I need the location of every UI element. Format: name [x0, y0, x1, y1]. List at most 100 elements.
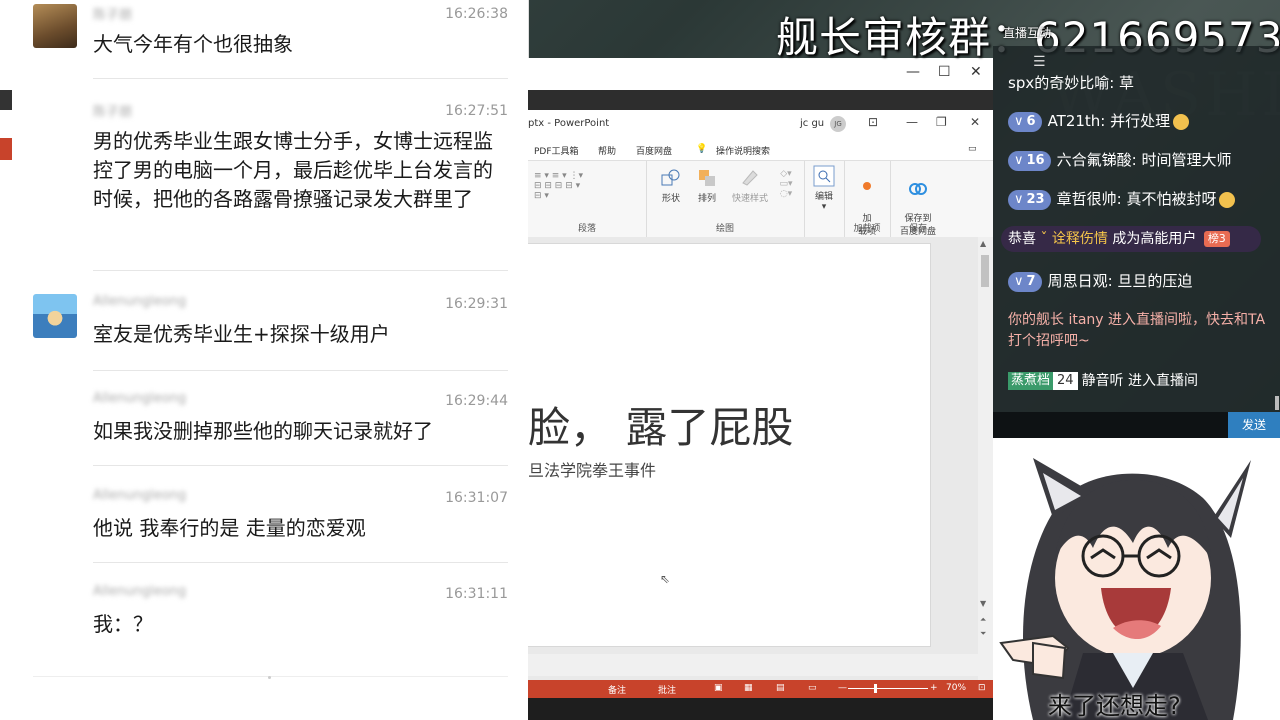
group-label: 段落 [577, 224, 596, 234]
message-time: 16:31:07 [445, 490, 508, 506]
arrange-button[interactable]: 排列 [690, 167, 724, 204]
next-slide-icon[interactable]: ⏷ [980, 629, 986, 639]
divider [93, 78, 508, 79]
live-user[interactable]: 静音听 [1082, 373, 1124, 389]
guard-badge: ∨ 6 [1008, 111, 1042, 132]
avatar[interactable] [33, 4, 77, 48]
user-avatar[interactable]: JG [830, 116, 846, 132]
chat-message: 陈子朋 16:27:51 男的优秀毕业生跟女博士分手，女博士远程监控了男的电脑一… [0, 97, 528, 272]
danmaku-input[interactable]: 发送 [993, 412, 1280, 438]
fan-medal-level: 24 [1053, 372, 1078, 390]
tab-baidu-netdisk[interactable]: 百度网盘 [636, 144, 672, 157]
group-save: 保存到 百度网盘 保存 [890, 161, 946, 237]
live-user[interactable]: 六合氟锑酸 [1057, 151, 1132, 169]
slide-subtitle[interactable]: 旦法学院拳王事件 [528, 457, 656, 481]
shape-button[interactable]: 形状 [654, 167, 688, 204]
notice-user-name: 诠释伤情 [1051, 231, 1108, 247]
tell-me-search[interactable]: 操作说明搜索 [716, 144, 770, 157]
live-user[interactable]: 周思日观 [1048, 272, 1108, 290]
avatar[interactable] [33, 294, 77, 338]
message-text: 大气今年有个也很抽象 [93, 32, 293, 56]
comment-icon[interactable]: ▭ [968, 144, 977, 154]
slide-canvas[interactable]: 脸， 露了屁股 旦法学院拳王事件 ⇖ [528, 243, 931, 647]
vertical-scrollbar[interactable]: ▲ ▼ ⏶ ⏷ [978, 237, 993, 680]
sender-name: Allenungleong [93, 488, 187, 503]
zoom-level[interactable]: 70% [946, 683, 966, 693]
slideshow-icon[interactable]: ▭ [808, 683, 817, 693]
scroll-down-icon[interactable]: ▼ [980, 599, 986, 608]
message-text: 男的优秀毕业生跟女博士分手，女博士远程监控了男的电脑一个月，最后趁优毕上台发言的… [93, 129, 493, 211]
menu-icon[interactable]: ☰ [1033, 54, 1046, 70]
shape-fill-controls[interactable]: ◇▾ ▭▾ ◌▾ [776, 169, 796, 199]
notes-button[interactable]: 备注 [608, 683, 626, 696]
minimize-button[interactable]: — [906, 115, 918, 129]
live-message: ∨ 6 AT21th: 并行处理 [1008, 110, 1190, 132]
scroll-thumb[interactable] [981, 255, 989, 287]
edit-button[interactable]: 编辑 ▾ [808, 165, 840, 212]
send-button[interactable]: 发送 [1228, 412, 1280, 438]
maximize-button[interactable]: ☐ [938, 64, 951, 80]
edit-label: 编辑 [814, 192, 833, 202]
status-bar: 备注 批注 ▣ ▦ ▤ ▭ — + 70% ⊡ [528, 680, 993, 698]
message-time: 16:29:44 [445, 393, 508, 409]
scroll-up-icon[interactable]: ▲ [980, 239, 986, 248]
user-name[interactable]: jc gu [800, 118, 824, 129]
mouse-cursor-icon: ⇖ [660, 572, 671, 586]
live-message: ∨ 7 周思日观: 旦旦的压迫 [1008, 270, 1192, 292]
prev-slide-icon[interactable]: ⏶ [980, 615, 986, 625]
live-text: 时间管理大师 [1141, 151, 1232, 169]
zoom-slider[interactable] [848, 688, 928, 689]
vtuber-character-panel: 来了还想走? [993, 438, 1280, 720]
minimize-button[interactable]: — [906, 64, 920, 80]
taskbar-strip [528, 698, 993, 720]
close-button[interactable]: ✕ [970, 115, 980, 129]
slide-title[interactable]: 脸， 露了屁股 [528, 394, 793, 455]
tab-pdf-tools[interactable]: PDF工具箱 [534, 144, 579, 157]
chat-panel: 陈子朋 16:26:38 大气今年有个也很抽象 陈子朋 16:27:51 男的优… [0, 0, 529, 720]
normal-view-icon[interactable]: ▣ [714, 683, 723, 693]
live-user[interactable]: AT21th [1048, 112, 1101, 130]
notice-user[interactable]: ˇ 诠释伤情 [1040, 231, 1107, 247]
rank-badge: 榜3 [1203, 231, 1230, 247]
close-button[interactable]: ✕ [970, 64, 982, 80]
slide-editing-area: 脸， 露了屁股 旦法学院拳王事件 ⇖ ▲ ▼ ⏶ ⏷ [528, 237, 993, 680]
anime-character-illustration [999, 458, 1251, 720]
message-text: 我：？ [93, 612, 153, 636]
lightbulb-icon: 💡 [696, 144, 708, 154]
message-text: 室友是优秀毕业生+探探十级用户 [93, 322, 390, 346]
shape-label: 形状 [661, 194, 680, 204]
comments-button[interactable]: 批注 [658, 683, 676, 696]
live-scrollbar[interactable] [1275, 396, 1279, 410]
horizontal-scrollbar[interactable] [528, 654, 993, 676]
zoom-out-button[interactable]: — [838, 683, 847, 693]
quick-styles-button[interactable]: 快速样式 [728, 167, 772, 204]
zoom-slider-thumb[interactable] [874, 684, 877, 693]
reading-view-icon[interactable]: ▤ [776, 683, 785, 693]
live-user[interactable]: 章哲很帅 [1057, 190, 1117, 208]
divider [93, 270, 508, 271]
message-time: 16:27:51 [445, 103, 508, 119]
slide-sorter-icon[interactable]: ▦ [744, 683, 753, 693]
chat-message: 陈子朋 16:26:38 大气今年有个也很抽象 [0, 0, 528, 80]
live-text: 并行处理 [1110, 112, 1171, 130]
powerpoint-window: — ☐ ✕ ptx - PowerPoint jc gu JG ⊡ — ❐ ✕ … [528, 58, 993, 720]
live-user[interactable]: spx的奇妙比喻 [1008, 74, 1109, 92]
arrange-label: 排列 [697, 194, 716, 204]
character-caption: 来了还想走? [1048, 692, 1181, 720]
paragraph-controls[interactable]: ≡ ▾ ≡ ▾ ⋮▾ ⊟ ⊟ ⊟ ⊟ ▾ ⊟ ▾ [534, 171, 634, 201]
message-time: 16:31:11 [445, 586, 508, 602]
restore-button[interactable]: ❐ [936, 115, 947, 129]
ribbon-display-icon[interactable]: ⊡ [868, 115, 878, 129]
document-title: ptx - PowerPoint [528, 118, 610, 129]
chat-message: Allenungleong 16:31:07 他说 我奉行的是 走量的恋爱观 [0, 484, 528, 564]
quick-styles-label: 快速样式 [731, 194, 768, 204]
emoji-icon [1219, 191, 1236, 208]
tab-help[interactable]: 帮助 [598, 144, 616, 157]
ribbon-tabs: PDF工具箱 帮助 百度网盘 💡 操作说明搜索 ▭ [528, 138, 993, 160]
live-message: spx的奇妙比喻: 草 [1008, 74, 1135, 92]
shapes-icon [661, 169, 680, 186]
group-addins: 加 载项 加载项 [844, 161, 891, 237]
zoom-in-button[interactable]: + [930, 683, 938, 693]
ribbon: ≡ ▾ ≡ ▾ ⋮▾ ⊟ ⊟ ⊟ ⊟ ▾ ⊟ ▾ 段落 形状 排列 快速样式 ◇▾ ▭… [528, 160, 993, 238]
fit-slide-icon[interactable]: ⊡ [978, 683, 986, 693]
